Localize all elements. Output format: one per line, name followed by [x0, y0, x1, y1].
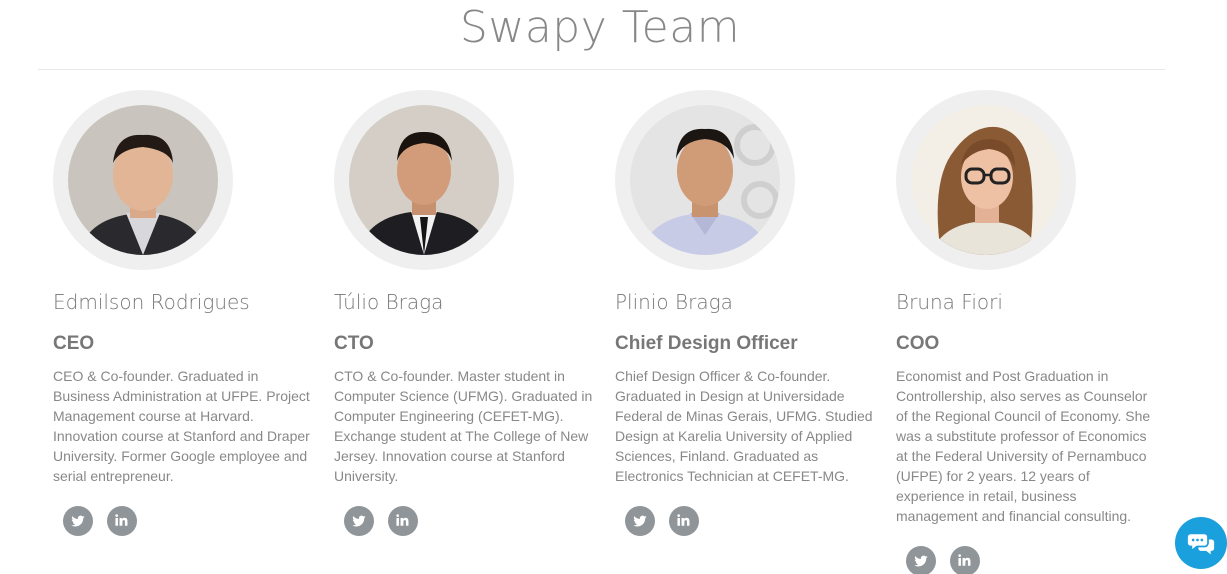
- member-role: CEO: [53, 333, 95, 354]
- member-name: Edmilson Rodrigues: [53, 290, 250, 314]
- linkedin-icon: [115, 514, 128, 526]
- twitter-icon: [633, 515, 647, 527]
- twitter-button[interactable]: [625, 506, 655, 536]
- chat-button[interactable]: [1175, 517, 1227, 569]
- linkedin-icon: [958, 554, 971, 566]
- member-bio: CTO & Co-founder. Master student in Comp…: [334, 368, 593, 484]
- twitter-button[interactable]: [906, 546, 936, 574]
- member-bio: Economist and Post Graduation in Control…: [896, 368, 1151, 524]
- linkedin-icon: [677, 514, 690, 526]
- avatar: [630, 105, 780, 255]
- avatar-frame: [615, 90, 795, 270]
- member-bio: Chief Design Officer & Co-founder. Gradu…: [615, 368, 873, 484]
- avatar: [68, 105, 218, 255]
- avatar-frame: [896, 90, 1076, 270]
- title-divider: [38, 69, 1165, 70]
- linkedin-button[interactable]: [669, 506, 699, 536]
- chat-icon: [1187, 534, 1215, 555]
- member-role: COO: [896, 333, 940, 354]
- member-role: Chief Design Officer: [615, 333, 798, 354]
- twitter-icon: [914, 555, 928, 567]
- twitter-icon: [352, 515, 366, 527]
- member-name: Plinio Braga: [615, 290, 733, 314]
- linkedin-button[interactable]: [388, 506, 418, 536]
- avatar: [911, 105, 1061, 255]
- linkedin-button[interactable]: [107, 506, 137, 536]
- twitter-button[interactable]: [344, 506, 374, 536]
- linkedin-button[interactable]: [950, 546, 980, 574]
- member-bio: CEO & Co-founder. Graduated in Business …: [53, 368, 310, 484]
- social-links: [344, 506, 418, 536]
- member-name: Túlio Braga: [334, 290, 444, 314]
- avatar-frame: [334, 90, 514, 270]
- social-links: [63, 506, 137, 536]
- social-links: [625, 506, 699, 536]
- section-title: Swapy Team: [459, 2, 741, 53]
- member-name: Bruna Fiori: [896, 290, 1003, 314]
- social-links: [906, 546, 980, 574]
- twitter-button[interactable]: [63, 506, 93, 536]
- linkedin-icon: [396, 514, 409, 526]
- avatar-frame: [53, 90, 233, 270]
- twitter-icon: [71, 515, 85, 527]
- member-role: CTO: [334, 333, 374, 354]
- avatar: [349, 105, 499, 255]
